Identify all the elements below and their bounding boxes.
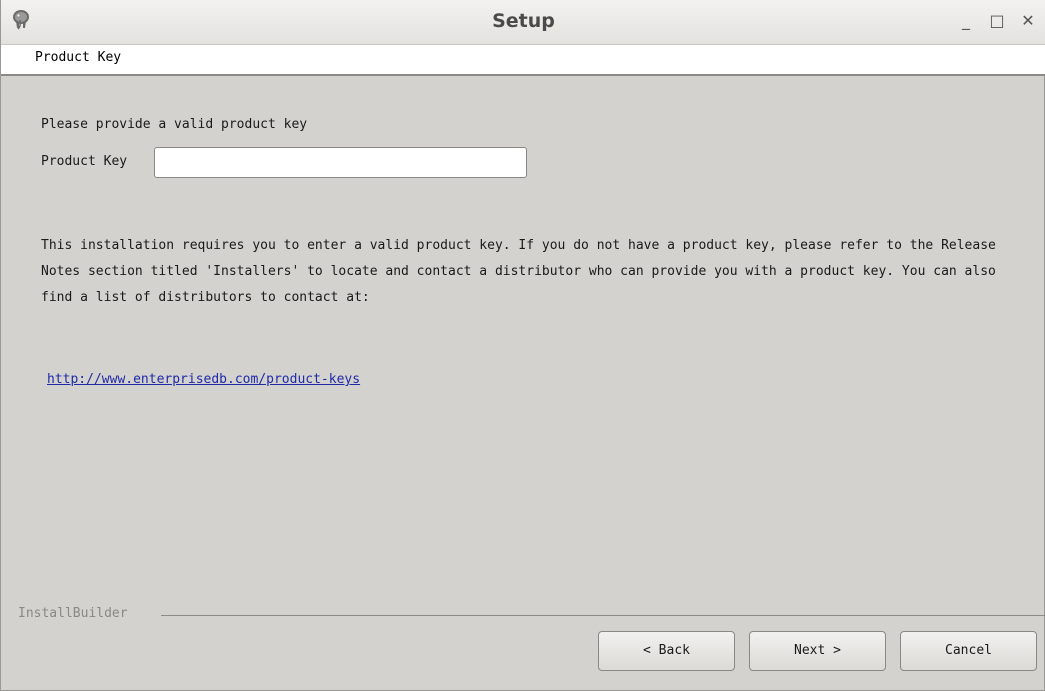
close-button[interactable]: ✕	[1017, 10, 1039, 32]
page-header: Product Key	[1, 45, 1045, 76]
back-button[interactable]: < Back	[598, 631, 735, 671]
info-text: This installation requires you to enter …	[41, 238, 996, 305]
maximize-button[interactable]: □	[986, 10, 1008, 32]
installbuilder-brand: InstallBuilder	[18, 606, 134, 621]
product-key-label: Product Key	[41, 154, 128, 169]
title-bar[interactable]: Setup _ □ ✕	[1, 0, 1045, 45]
product-key-prompt: Please provide a valid product key	[41, 117, 308, 132]
product-keys-link[interactable]: http://www.enterprisedb.com/product-keys	[47, 372, 360, 387]
product-key-input[interactable]	[154, 147, 527, 178]
window-title: Setup	[492, 10, 555, 32]
cancel-button[interactable]: Cancel	[900, 631, 1037, 671]
setup-window: Setup _ □ ✕ Product Key Please provide a…	[0, 0, 1045, 691]
next-button[interactable]: Next >	[749, 631, 886, 671]
minimize-button[interactable]: _	[955, 10, 977, 32]
footer-divider	[161, 615, 1045, 616]
page-title: Product Key	[35, 50, 122, 65]
